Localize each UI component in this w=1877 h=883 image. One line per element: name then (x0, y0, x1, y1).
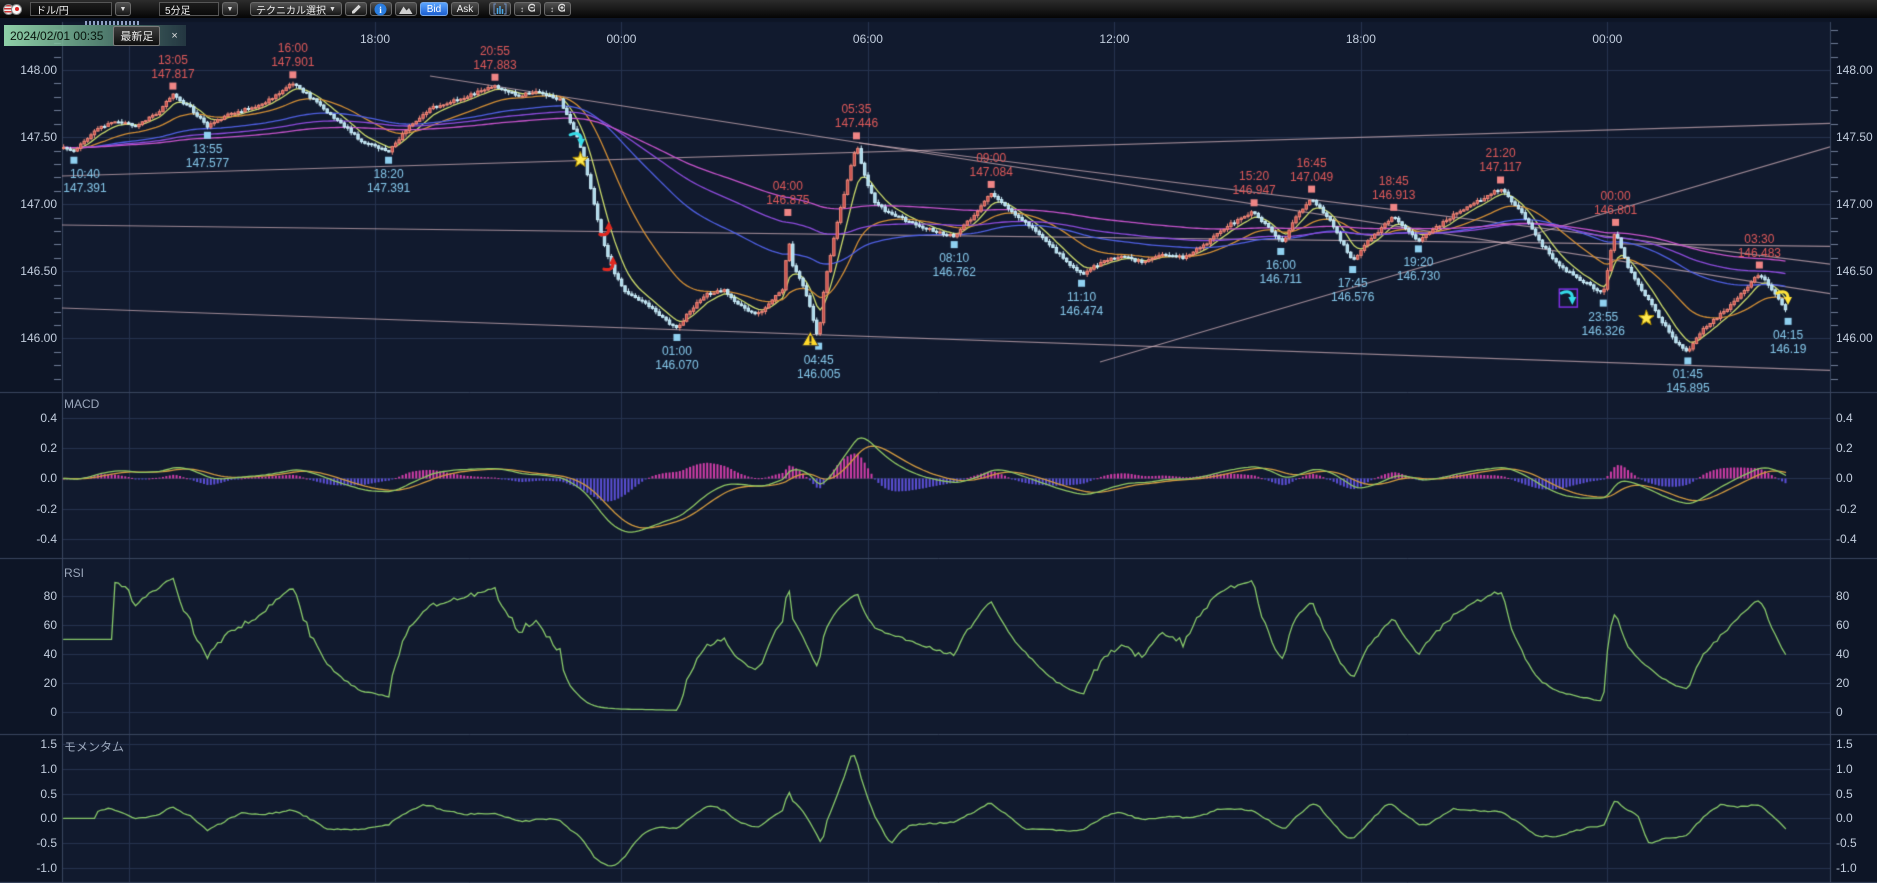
momentum-axis-label: 0.0 (2, 811, 57, 825)
chart-style-button[interactable] (395, 2, 417, 16)
timeframe-label: 5分足 (165, 2, 191, 17)
momentum-axis-label: -0.5 (1836, 836, 1857, 850)
currency-pair-select[interactable]: ドル/円 (30, 2, 112, 16)
macd-axis-label: -0.2 (1836, 502, 1857, 516)
price-axis-label: 146.00 (1836, 331, 1873, 345)
bid-button[interactable]: Bid (420, 2, 448, 16)
time-axis-label: 18:00 (1346, 32, 1376, 46)
latest-bar-button[interactable]: 最新足 (113, 26, 160, 46)
technical-select-label: テクニカル選択 (256, 2, 326, 17)
price-axis-label: 146.50 (2, 264, 57, 278)
chart-tab[interactable]: 2024/02/01 00:35 最新足 × (4, 25, 186, 46)
momentum-axis-label: 0.5 (2, 787, 57, 801)
time-axis-label: 00:00 (1592, 32, 1622, 46)
rsi-axis-label: 0 (2, 705, 57, 719)
ask-label: Ask (457, 4, 474, 15)
price-axis-label: 147.00 (1836, 197, 1873, 211)
momentum-axis-label: 0.0 (1836, 811, 1853, 825)
macd-axis-label: -0.4 (1836, 532, 1857, 546)
updown-arrow-icon: ↕ (550, 5, 554, 14)
zoom-in-button[interactable]: ↕ (544, 2, 571, 16)
rsi-axis-label: 20 (1836, 676, 1849, 690)
rsi-axis-label: 80 (1836, 589, 1849, 603)
zoom-in-icon (557, 3, 565, 15)
price-axis-label: 147.00 (2, 197, 57, 211)
time-axis-label: 06:00 (853, 32, 883, 46)
currency-pair-label: ドル/円 (36, 2, 69, 17)
info-icon: i (374, 3, 387, 16)
draw-tool-button[interactable] (345, 2, 367, 16)
macd-axis-label: 0.0 (2, 471, 57, 485)
zoom-out-button[interactable]: ↕ (514, 2, 541, 16)
chart-tab-title: 2024/02/01 00:35 (10, 29, 103, 43)
momentum-axis-label: -0.5 (2, 836, 57, 850)
rsi-axis-label: 60 (1836, 618, 1849, 632)
updown-arrow-icon: ↕ (520, 5, 524, 14)
chevron-down-icon: ▼ (227, 6, 234, 13)
rsi-axis-label: 60 (2, 618, 57, 632)
macd-axis-label: 0.2 (1836, 441, 1853, 455)
time-axis-label: 18:00 (360, 32, 390, 46)
trading-app: { "toolbar": { "pair": "ドル/円", "timefram… (0, 0, 1877, 883)
macd-axis-label: 0.4 (2, 411, 57, 425)
rsi-axis-label: 40 (2, 647, 57, 661)
pane-title-rsi: RSI (64, 566, 84, 580)
time-axis-label: 00:00 (606, 32, 636, 46)
momentum-axis-label: 1.0 (1836, 762, 1853, 776)
macd-axis-label: 0.2 (2, 441, 57, 455)
macd-axis-label: -0.4 (2, 532, 57, 546)
chevron-down-icon: ▼ (120, 6, 127, 13)
price-axis-label: 148.00 (1836, 63, 1873, 77)
momentum-axis-label: 1.0 (2, 762, 57, 776)
currency-pair-dropdown-button[interactable]: ▼ (115, 2, 131, 16)
momentum-axis-label: 1.5 (2, 737, 57, 751)
timeframe-select[interactable]: 5分足 (159, 2, 219, 16)
chevron-down-icon: ▼ (329, 6, 336, 13)
chart-canvas[interactable] (0, 18, 1877, 883)
rsi-axis-label: 20 (2, 676, 57, 690)
price-axis-label: 146.50 (1836, 264, 1873, 278)
technical-select-button[interactable]: テクニカル選択 ▼ (250, 2, 342, 16)
rsi-axis-label: 0 (1836, 705, 1843, 719)
momentum-axis-label: 0.5 (1836, 787, 1853, 801)
price-axis-label: 148.00 (2, 63, 57, 77)
rsi-axis-label: 40 (1836, 647, 1849, 661)
time-axis-label: 12:00 (1099, 32, 1129, 46)
momentum-axis-label: 1.5 (1836, 737, 1853, 751)
ask-button[interactable]: Ask (451, 2, 479, 16)
tab-close-icon[interactable]: × (169, 30, 179, 42)
volume-chart-button[interactable] (489, 2, 511, 16)
pane-title-macd: MACD (64, 397, 99, 411)
macd-axis-label: 0.4 (1836, 411, 1853, 425)
zoom-out-icon (527, 3, 535, 15)
toolbar: ドル/円 ▼ 5分足 ▼ テクニカル選択 ▼ i Bid Ask ↕ (0, 0, 1877, 18)
price-axis-label: 147.50 (2, 130, 57, 144)
pencil-icon (350, 3, 362, 15)
timeframe-dropdown-button[interactable]: ▼ (222, 2, 238, 16)
rsi-axis-label: 80 (2, 589, 57, 603)
bar-chart-icon (493, 3, 507, 15)
mountain-chart-icon (399, 4, 413, 15)
momentum-axis-label: -1.0 (1836, 861, 1857, 875)
macd-axis-label: 0.0 (1836, 471, 1853, 485)
jpy-flag-icon (11, 4, 22, 15)
currency-pair-flags (3, 3, 27, 16)
pane-title-momentum: モメンタム (64, 738, 124, 755)
momentum-axis-label: -1.0 (2, 861, 57, 875)
price-axis-label: 146.00 (2, 331, 57, 345)
bid-label: Bid (427, 4, 441, 15)
info-button[interactable]: i (370, 2, 392, 16)
price-axis-label: 147.50 (1836, 130, 1873, 144)
macd-axis-label: -0.2 (2, 502, 57, 516)
